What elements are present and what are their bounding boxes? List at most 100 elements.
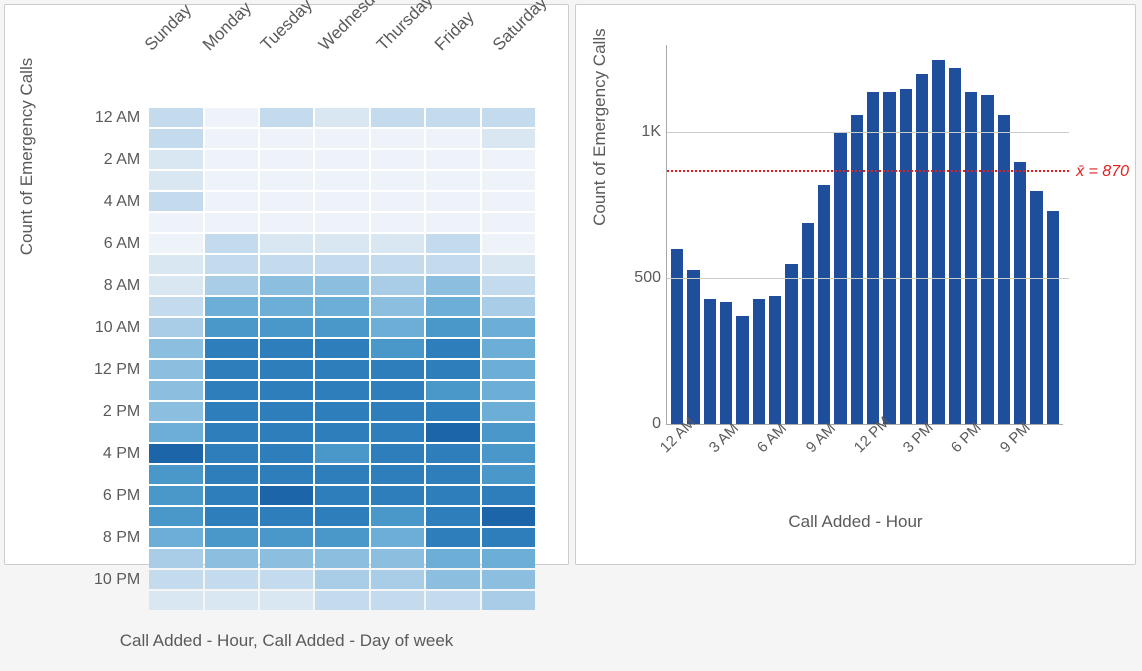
heatmap-cell <box>260 591 313 610</box>
heatmap-cell <box>482 297 535 316</box>
heatmap-cell <box>371 570 424 589</box>
heatmap-cell <box>482 528 535 547</box>
heatmap-cell <box>426 339 479 358</box>
bar <box>1047 211 1059 424</box>
bar <box>1030 191 1042 424</box>
heatmap-cell <box>260 276 313 295</box>
heatmap-cell <box>149 255 202 274</box>
heatmap-row <box>85 380 536 401</box>
heatmap-row <box>85 128 536 149</box>
heatmap-cell <box>315 255 368 274</box>
heatmap-cell <box>260 192 313 211</box>
heatmap-cell <box>426 381 479 400</box>
heatmap-cell <box>315 570 368 589</box>
reference-line-label: x̄ = 870 <box>1076 163 1129 181</box>
heatmap-cell <box>371 360 424 379</box>
heatmap-col-header: Friday <box>431 0 486 55</box>
heatmap-cell <box>205 129 258 148</box>
heatmap-row <box>85 296 536 317</box>
heatmap-cell <box>482 381 535 400</box>
heatmap-cell <box>260 108 313 127</box>
heatmap-cell <box>315 465 368 484</box>
heatmap-cell <box>315 213 368 232</box>
heatmap-cell <box>371 234 424 253</box>
heatmap-cell <box>371 381 424 400</box>
heatmap-cell <box>371 108 424 127</box>
heatmap-row: 6 PM <box>85 485 536 506</box>
heatmap-cell <box>315 381 368 400</box>
heatmap-cell <box>426 129 479 148</box>
heatmap-cell <box>426 423 479 442</box>
heatmap-cell <box>260 381 313 400</box>
heatmap-cell <box>482 108 535 127</box>
heatmap-row-label: 10 AM <box>85 319 148 337</box>
y-tick-label: 1K <box>625 123 661 141</box>
heatmap-cell <box>426 213 479 232</box>
heatmap-cell <box>149 297 202 316</box>
heatmap-panel: Count of Emergency Calls SundayMondayTue… <box>4 4 569 565</box>
heatmap-cell <box>315 150 368 169</box>
heatmap-cell <box>260 486 313 505</box>
heatmap-cell <box>149 150 202 169</box>
heatmap-cell <box>149 192 202 211</box>
heatmap-cell <box>315 318 368 337</box>
heatmap-cell <box>205 276 258 295</box>
heatmap-cell <box>149 234 202 253</box>
heatmap-cell <box>426 360 479 379</box>
heatmap-cell <box>149 339 202 358</box>
bar <box>981 95 993 424</box>
heatmap-row <box>85 338 536 359</box>
heatmap-cell <box>205 360 258 379</box>
heatmap-cell <box>149 570 202 589</box>
heatmap-cell <box>315 549 368 568</box>
heatmap-row-label: 8 PM <box>85 529 148 547</box>
heatmap-cell <box>371 129 424 148</box>
heatmap-cell <box>149 318 202 337</box>
bar <box>851 115 863 424</box>
heatmap-cell <box>260 423 313 442</box>
heatmap-cell <box>260 339 313 358</box>
heatmap-cell <box>482 150 535 169</box>
heatmap-row-label: 2 PM <box>85 403 148 421</box>
heatmap-cell <box>371 192 424 211</box>
y-tick-label: 500 <box>625 269 661 287</box>
heatmap-cell <box>205 297 258 316</box>
bar <box>753 299 765 424</box>
heatmap-cell <box>260 507 313 526</box>
heatmap-cell <box>426 297 479 316</box>
heatmap-row <box>85 590 536 611</box>
heatmap-cell <box>426 402 479 421</box>
heatmap-cell <box>482 213 535 232</box>
heatmap-cell <box>315 591 368 610</box>
heatmap-cell <box>371 486 424 505</box>
bar <box>687 270 699 425</box>
heatmap-cell <box>260 213 313 232</box>
heatmap-cell <box>371 255 424 274</box>
bar <box>671 249 683 424</box>
heatmap-col-header: Saturday <box>489 0 544 55</box>
heatmap-cell <box>149 507 202 526</box>
heatmap-row: 2 PM <box>85 401 536 422</box>
heatmap-cell <box>426 171 479 190</box>
heatmap-row <box>85 422 536 443</box>
bar-chart: Count of Emergency Calls 12 AM3 AM6 AM9 … <box>588 17 1123 552</box>
heatmap-cell <box>426 549 479 568</box>
heatmap-cell <box>315 402 368 421</box>
heatmap-cell <box>482 360 535 379</box>
heatmap-cell <box>205 549 258 568</box>
grid-line <box>667 132 1069 133</box>
heatmap-cell <box>315 129 368 148</box>
heatmap-cell <box>149 129 202 148</box>
y-tick-label: 0 <box>625 415 661 433</box>
heatmap-row: 10 AM <box>85 317 536 338</box>
heatmap-row: 12 AM <box>85 107 536 128</box>
heatmap-cell <box>371 318 424 337</box>
heatmap-cell <box>315 507 368 526</box>
heatmap-cell <box>426 276 479 295</box>
heatmap-cell <box>482 318 535 337</box>
heatmap-cell <box>371 507 424 526</box>
bar <box>1014 162 1026 424</box>
heatmap-cell <box>482 507 535 526</box>
heatmap-cell <box>482 423 535 442</box>
bar <box>867 92 879 424</box>
